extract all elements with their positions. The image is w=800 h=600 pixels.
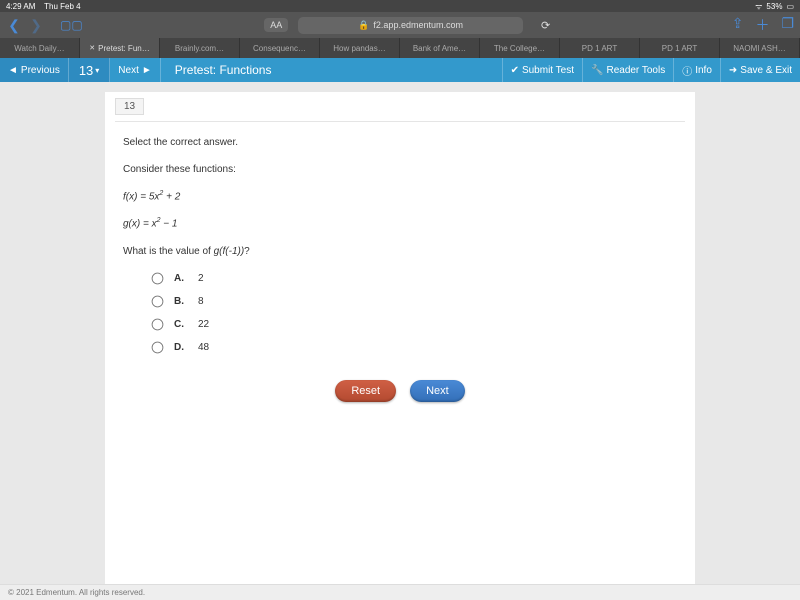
browser-tab[interactable]: Bank of Ame… (400, 38, 480, 58)
equation-f: f(x) = 5x2 + 2 (123, 188, 677, 205)
reload-icon[interactable]: ⟳ (541, 19, 550, 32)
answer-choices: A. 2 B. 8 C. 22 D. 48 (151, 270, 677, 356)
status-time: 4:29 AM (6, 2, 35, 11)
choice-a-radio[interactable] (152, 272, 164, 284)
reset-button[interactable]: Reset (335, 380, 396, 402)
browser-tab[interactable]: NAOMI ASH… (720, 38, 800, 58)
next-button[interactable]: Next ► (110, 58, 160, 82)
choice-c[interactable]: C. 22 (151, 316, 677, 333)
wifi-icon: ᯤ (755, 1, 762, 12)
browser-tab[interactable]: The College… (480, 38, 560, 58)
battery-icon: ▭ (786, 2, 794, 11)
choice-b-radio[interactable] (152, 295, 164, 307)
browser-tab-bar: Watch Daily… ✕Pretest: Fun… Brainly.com…… (0, 38, 800, 58)
battery-percent: 53% (766, 2, 782, 11)
back-button[interactable]: ❮ (6, 17, 22, 34)
app-toolbar: ◄ Previous 13▾ Next ► Pretest: Functions… (0, 58, 800, 82)
choice-d[interactable]: D. 48 (151, 339, 677, 356)
status-date: Thu Feb 4 (44, 2, 80, 11)
browser-tab[interactable]: How pandas… (320, 38, 400, 58)
browser-tab[interactable]: PD 1 ART (560, 38, 640, 58)
content-area: 13 Select the correct answer. Consider t… (0, 82, 800, 584)
page-title: Pretest: Functions (161, 63, 502, 77)
equation-g: g(x) = x2 − 1 (123, 215, 677, 232)
save-icon: ➜ (729, 65, 737, 76)
choice-a[interactable]: A. 2 (151, 270, 677, 287)
tabs-icon[interactable]: ❐ (781, 15, 794, 35)
safari-toolbar: ❮ ❯ ▢▢ AA 🔒 f2.app.edmentum.com ⟳ ⇪ ＋ ❐ (0, 12, 800, 38)
choice-b[interactable]: B. 8 (151, 293, 677, 310)
info-icon: ⓘ (682, 63, 692, 78)
choice-d-radio[interactable] (152, 341, 164, 353)
browser-tab[interactable]: Brainly.com… (160, 38, 240, 58)
question-number-dropdown[interactable]: 13▾ (69, 58, 110, 82)
save-exit-button[interactable]: ➜ Save & Exit (720, 58, 800, 82)
bookmarks-icon[interactable]: ▢▢ (60, 18, 83, 32)
footer-copyright: © 2021 Edmentum. All rights reserved. (0, 584, 800, 600)
browser-tab[interactable]: PD 1 ART (640, 38, 720, 58)
chevron-left-icon: ◄ (8, 65, 18, 76)
forward-button[interactable]: ❯ (28, 17, 44, 34)
previous-button[interactable]: ◄ Previous (0, 58, 69, 82)
url-text: f2.app.edmentum.com (373, 20, 463, 30)
lock-icon: 🔒 (358, 20, 369, 31)
close-icon[interactable]: ✕ (89, 44, 95, 52)
ipad-status-bar: 4:29 AM Thu Feb 4 ᯤ 53% ▭ (0, 0, 800, 12)
info-button[interactable]: ⓘ Info (673, 58, 720, 82)
question-intro: Consider these functions: (123, 161, 677, 178)
button-row: Reset Next (123, 380, 677, 562)
share-icon[interactable]: ⇪ (732, 15, 744, 35)
chevron-down-icon: ▾ (95, 66, 99, 75)
next-question-button[interactable]: Next (410, 380, 465, 402)
question-header: 13 (115, 92, 685, 122)
question-prompt: Select the correct answer. (123, 134, 677, 151)
wrench-icon: 🔧 (591, 65, 603, 76)
browser-tab[interactable]: Watch Daily… (0, 38, 80, 58)
question-card: 13 Select the correct answer. Consider t… (105, 92, 695, 584)
reader-tools-button[interactable]: 🔧 Reader Tools (582, 58, 673, 82)
new-tab-icon[interactable]: ＋ (755, 15, 769, 35)
question-ask: What is the value of g(f(-1))? (123, 243, 677, 260)
browser-tab[interactable]: Consequenc… (240, 38, 320, 58)
question-number-box: 13 (115, 98, 144, 115)
address-bar[interactable]: 🔒 f2.app.edmentum.com (298, 17, 523, 34)
chevron-right-icon: ► (142, 65, 152, 76)
choice-c-radio[interactable] (152, 318, 164, 330)
text-size-button[interactable]: AA (264, 18, 288, 32)
submit-test-button[interactable]: ✔ Submit Test (502, 58, 582, 82)
check-icon: ✔ (511, 65, 519, 76)
browser-tab[interactable]: ✕Pretest: Fun… (80, 38, 160, 58)
